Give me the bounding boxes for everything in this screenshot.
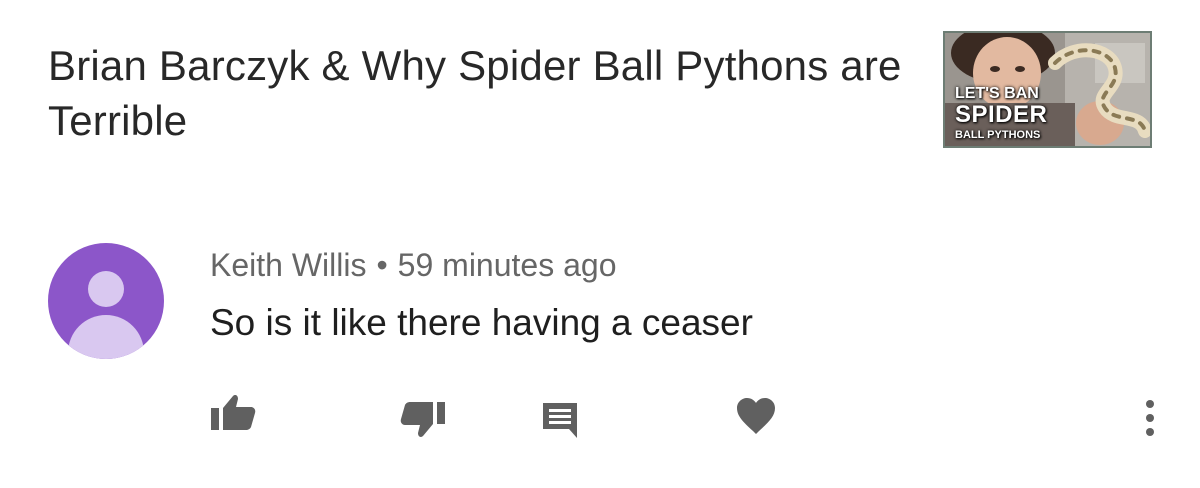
comment-time: 59 minutes ago: [397, 247, 617, 283]
avatar-body-icon: [68, 315, 144, 359]
more-vertical-icon[interactable]: [1138, 398, 1162, 438]
thumbnail-text-line2: SPIDER: [955, 101, 1048, 128]
comment-author[interactable]: Keith Willis: [210, 247, 366, 283]
comment-meta: Keith Willis • 59 minutes ago: [210, 247, 616, 284]
video-thumbnail[interactable]: LET'S BAN SPIDER BALL PYTHONS: [943, 31, 1152, 148]
heart-icon[interactable]: [735, 396, 777, 436]
thumbnail-text-line3: BALL PYTHONS: [955, 129, 1041, 141]
thumbs-up-icon[interactable]: [209, 392, 257, 432]
comment-text: So is it like there having a ceaser: [210, 302, 753, 343]
avatar[interactable]: [48, 243, 164, 359]
thumbs-down-icon[interactable]: [399, 400, 447, 440]
avatar-head-icon: [88, 271, 124, 307]
video-title[interactable]: Brian Barczyk & Why Spider Ball Pythons …: [48, 38, 908, 148]
meta-separator: •: [376, 247, 388, 283]
reply-comment-icon[interactable]: [540, 400, 580, 440]
